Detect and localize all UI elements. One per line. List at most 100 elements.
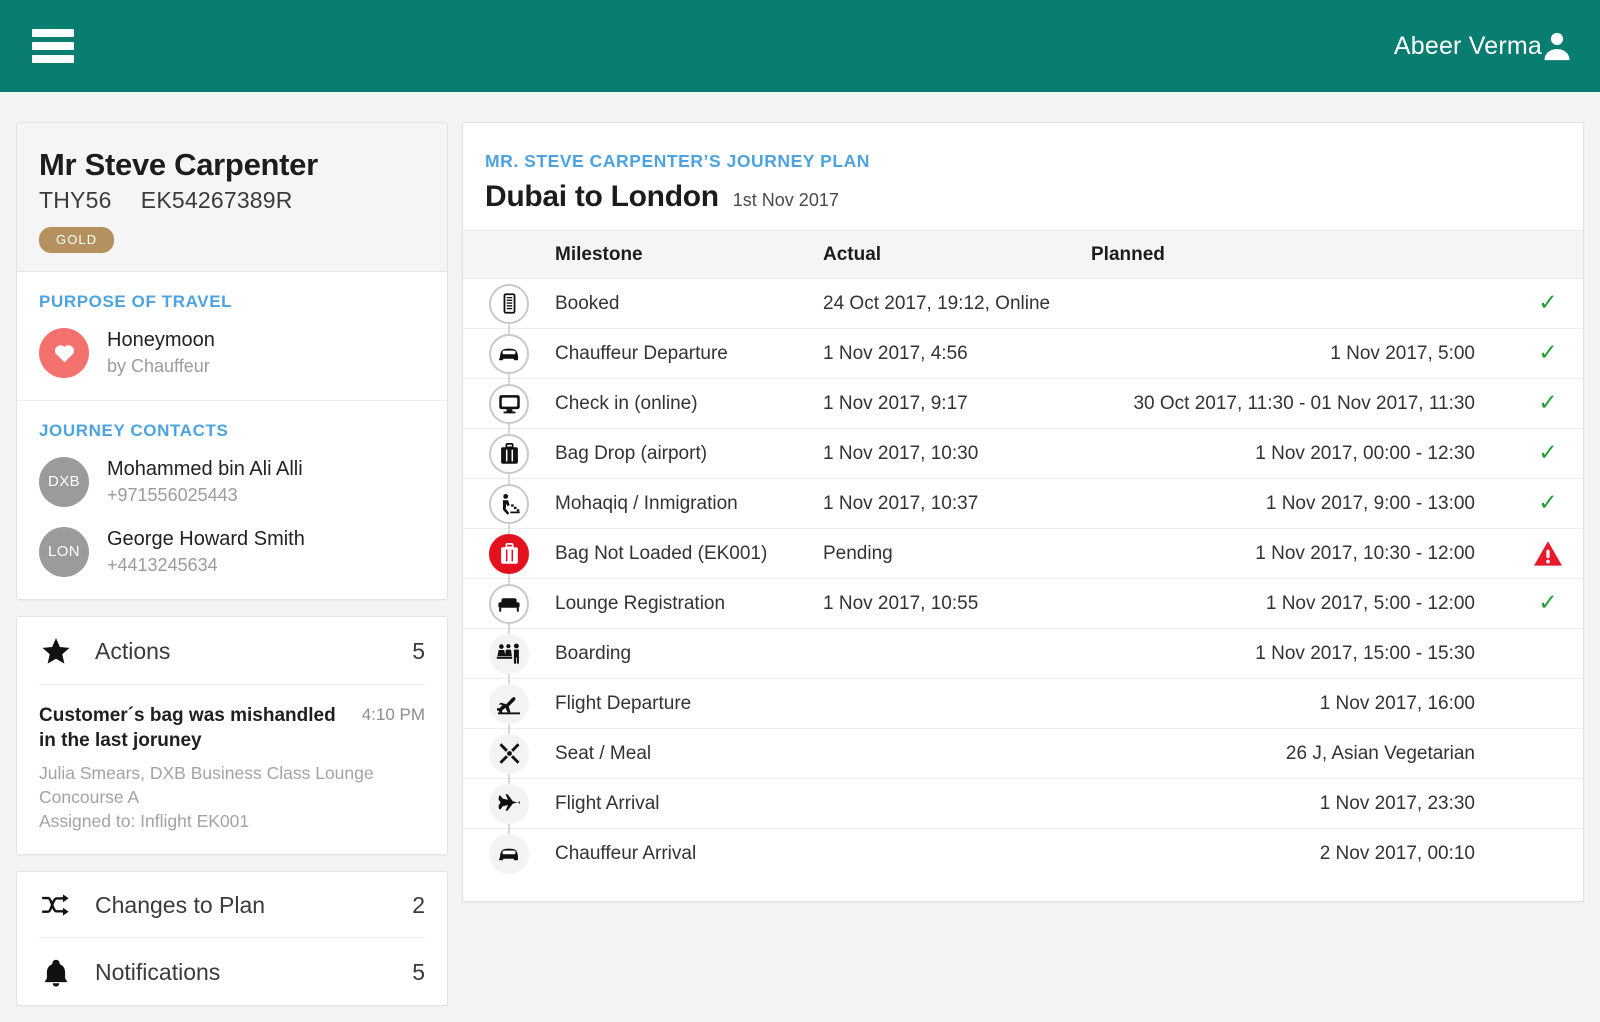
- car-icon: [489, 833, 529, 874]
- page-body: Mr Steve Carpenter THY56 EK54267389R GOL…: [0, 92, 1600, 1006]
- actual-cell: 1 Nov 2017, 9:17: [823, 378, 1091, 429]
- hamburger-bar: [32, 55, 74, 63]
- planned-cell: 1 Nov 2017, 16:00: [1091, 678, 1511, 729]
- list-item[interactable]: DXB Mohammed bin Ali Alli +971556025443: [39, 456, 425, 507]
- actual-cell: 1 Nov 2017, 10:37: [823, 478, 1091, 529]
- table-row[interactable]: Mohaqiq / Inmigration 1 Nov 2017, 10:37 1 …: [463, 477, 1583, 530]
- changes-to-plan-row[interactable]: Changes to Plan 2: [17, 872, 447, 937]
- avatar: DXB: [39, 456, 89, 507]
- milestone-cell: Booked: [555, 278, 823, 329]
- table-row[interactable]: Flight Arrival 1 Nov 2017, 23:30: [463, 777, 1583, 830]
- journey-table: Milestone Actual Planned Booked 24 Oct 20…: [463, 230, 1583, 879]
- table-row[interactable]: Chauffeur Arrival 2 Nov 2017, 00:10: [463, 827, 1583, 879]
- action-note-meta-1: Julia Smears, DXB Business Class Lounge …: [39, 762, 374, 807]
- contact-text: George Howard Smith +4413245634: [107, 527, 305, 576]
- user-name: Abeer Verma: [1393, 31, 1542, 60]
- action-note[interactable]: Customer´s bag was mishandled in the las…: [17, 685, 447, 854]
- timeline-cell: [463, 677, 555, 730]
- purpose-text: Honeymoon by Chauffeur: [107, 328, 215, 377]
- page-title: Dubai to London: [485, 180, 719, 213]
- passenger-header: Mr Steve Carpenter THY56 EK54267389R GOL…: [17, 123, 447, 272]
- milestone-cell: Bag Not Loaded (EK001): [555, 528, 823, 579]
- status-check-icon: ✓: [1511, 378, 1583, 429]
- milestone-cell: Bag Drop (airport): [555, 428, 823, 479]
- status-empty-cell: [1511, 678, 1583, 729]
- planned-cell: 30 Oct 2017, 11:30 - 01 Nov 2017, 11:30: [1091, 378, 1511, 429]
- plane-arrive-icon: [489, 783, 529, 824]
- milestone-cell: Lounge Registration: [555, 578, 823, 629]
- table-row[interactable]: Lounge Registration 1 Nov 2017, 10:55 1 No…: [463, 577, 1583, 630]
- notifications-count: 5: [412, 958, 425, 985]
- timeline-cell: [463, 477, 555, 530]
- passenger-refs: THY56 EK54267389R: [39, 187, 447, 214]
- table-row[interactable]: Bag Not Loaded (EK001) Pending 1 Nov 2017,…: [463, 527, 1583, 580]
- planned-cell: 2 Nov 2017, 00:10: [1319, 842, 1475, 864]
- star-icon: [39, 637, 73, 666]
- status-check-icon: ✓: [1511, 428, 1583, 479]
- notifications-row[interactable]: Notifications 5: [17, 938, 447, 1005]
- heart-glyph-icon: [54, 345, 74, 363]
- bell-icon: [39, 958, 73, 987]
- changes-to-plan-label: Changes to Plan: [95, 891, 266, 918]
- immigration-icon: [489, 483, 529, 524]
- planned-cell: 1 Nov 2017, 9:00 - 13:00: [1091, 478, 1511, 529]
- boarding-icon: [489, 633, 529, 674]
- suitcase-icon: [489, 433, 529, 474]
- purpose-title: PURPOSE OF TRAVEL: [39, 291, 233, 311]
- hamburger-bar: [32, 29, 74, 37]
- actual-cell: [823, 628, 1091, 679]
- milestone-cell: Flight Departure: [555, 678, 823, 729]
- heart-icon: [39, 327, 89, 378]
- status-empty-cell: [1511, 628, 1583, 679]
- status-empty-cell: [1511, 778, 1583, 829]
- hamburger-icon[interactable]: [32, 29, 74, 63]
- table-row[interactable]: Chauffeur Departure 1 Nov 2017, 4:56 1 Nov…: [463, 327, 1583, 380]
- column-actual: Actual: [823, 230, 1091, 279]
- planned-cell: 1 Nov 2017, 5:00: [1091, 328, 1511, 379]
- meal-icon: [489, 733, 529, 774]
- status-empty-cell: [1511, 829, 1583, 879]
- table-row[interactable]: Booked 24 Oct 2017, 19:12, Online ✓: [463, 278, 1583, 330]
- purpose-of-travel-section: PURPOSE OF TRAVEL Honeymoon by Chauffeur: [17, 272, 447, 400]
- column-milestone: Milestone: [555, 230, 823, 279]
- planned-cell: 1 Nov 2017, 5:00 - 12:00: [1091, 578, 1511, 629]
- purpose-item: Honeymoon by Chauffeur: [39, 327, 425, 378]
- changes-notifications-card[interactable]: Changes to Plan 2 Notifications 5: [16, 870, 448, 1006]
- planned-cell: 1 Nov 2017, 15:00 - 15:30: [1091, 628, 1511, 679]
- table-row[interactable]: Bag Drop (airport) 1 Nov 2017, 10:30 1 Nov…: [463, 427, 1583, 480]
- table-row[interactable]: Check in (online) 1 Nov 2017, 9:17 30 Oct …: [463, 377, 1583, 430]
- column-status: [1511, 230, 1583, 279]
- timeline-cell: [463, 278, 555, 330]
- timeline-cell: [463, 527, 555, 580]
- planned-cell: 26 J, Asian Vegetarian: [1091, 728, 1511, 779]
- status-check-icon: ✓: [1511, 578, 1583, 629]
- ticket-icon: [489, 283, 529, 324]
- milestone-cell: Seat / Meal: [555, 728, 823, 779]
- user-menu[interactable]: Abeer Verma: [1394, 29, 1574, 63]
- plane-depart-icon: [489, 683, 529, 724]
- actions-count: 5: [412, 637, 425, 664]
- table-row[interactable]: Flight Departure 1 Nov 2017, 16:00: [463, 677, 1583, 730]
- monitor-icon: [489, 383, 529, 424]
- notifications-label: Notifications: [95, 958, 221, 985]
- avatar: LON: [39, 526, 89, 577]
- bag-alert-icon: [489, 533, 529, 574]
- contact-name: George Howard Smith: [107, 528, 305, 551]
- actions-header[interactable]: Actions 5: [17, 617, 447, 684]
- status-check-icon: ✓: [1511, 478, 1583, 529]
- purpose-label: Honeymoon: [107, 329, 215, 352]
- column-planned: Planned: [1091, 230, 1511, 279]
- actual-cell: Pending: [823, 528, 1091, 579]
- table-row[interactable]: Boarding 1 Nov 2017, 15:00 - 15:30: [463, 627, 1583, 680]
- timeline-cell: [463, 827, 555, 879]
- tier-badge: GOLD: [39, 226, 115, 253]
- actual-cell: 1 Nov 2017, 4:56: [823, 328, 1091, 379]
- journey-contacts-section: JOURNEY CONTACTS DXB Mohammed bin Ali Al…: [17, 399, 447, 599]
- table-row[interactable]: Seat / Meal 26 J, Asian Vegetarian: [463, 727, 1583, 780]
- actions-card[interactable]: Actions 5 Customer´s bag was mishandled …: [16, 615, 448, 855]
- lounge-icon: [489, 583, 529, 624]
- page-kicker: MR. STEVE CARPENTER’S JOURNEY PLAN: [485, 151, 870, 171]
- list-item[interactable]: LON George Howard Smith +4413245634: [39, 526, 425, 577]
- shuffle-icon: [39, 893, 73, 917]
- timeline-cell: [463, 377, 555, 430]
